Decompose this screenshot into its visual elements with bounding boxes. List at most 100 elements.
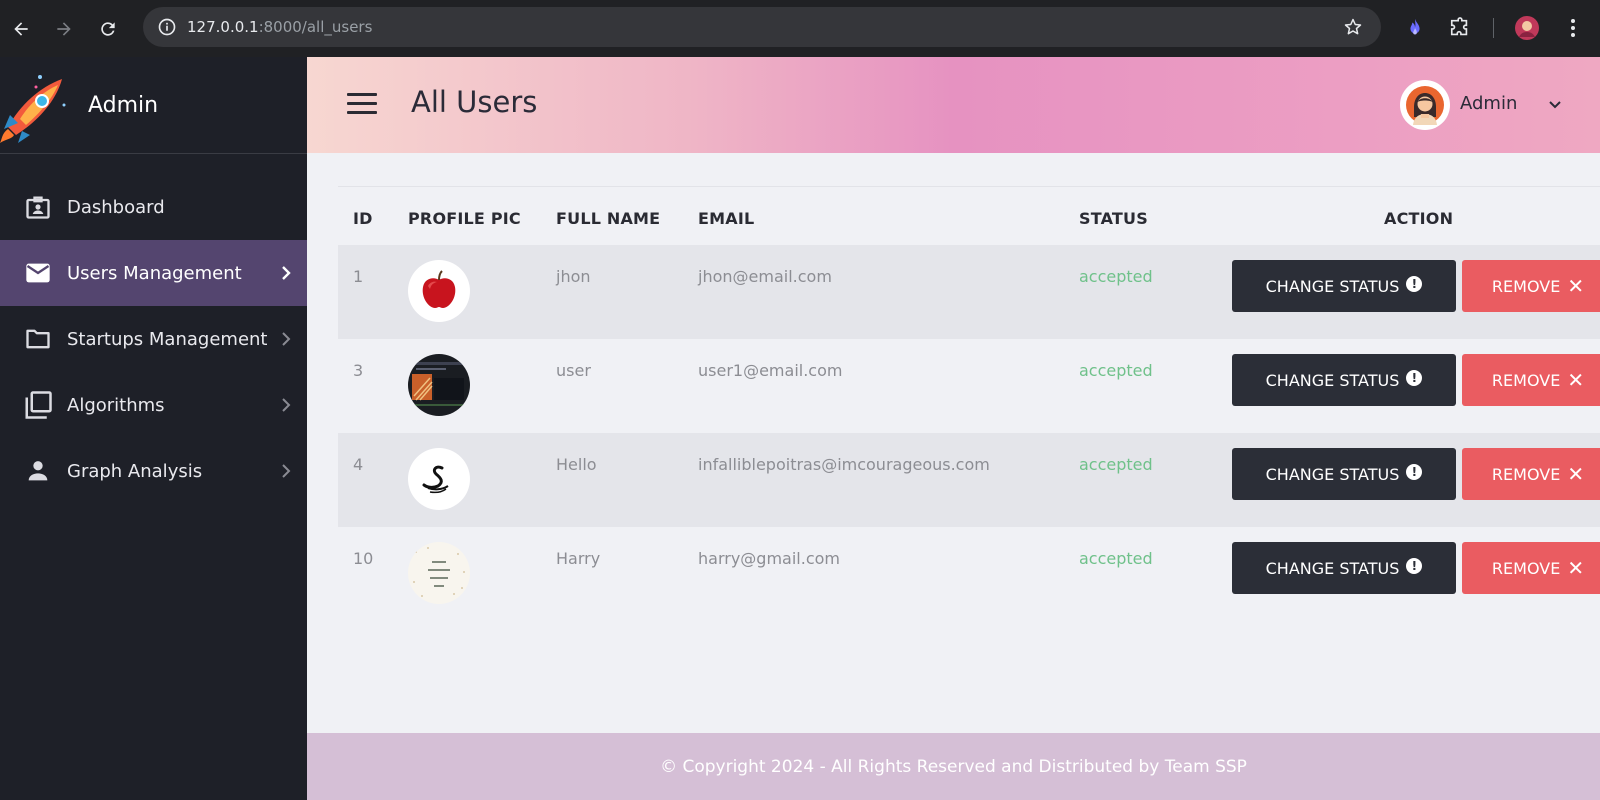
brand-name: Admin	[88, 92, 159, 118]
hamburger-menu-icon[interactable]	[347, 93, 377, 115]
column-header-id: ID	[353, 209, 373, 228]
remove-label: REMOVE	[1491, 370, 1561, 390]
arrow-left-icon	[14, 21, 28, 36]
cell-id: 4	[353, 455, 364, 474]
address-bar[interactable]: 127.0.0.1:8000/all_users	[143, 7, 1381, 47]
cell-status: accepted	[1079, 455, 1153, 474]
profile-pic	[408, 260, 470, 322]
browser-toolbar: 127.0.0.1:8000/all_users	[0, 0, 1600, 57]
forward-button[interactable]	[42, 7, 86, 51]
url-path: :8000/all_users	[258, 18, 373, 36]
change-status-button[interactable]: CHANGE STATUS!	[1232, 448, 1456, 500]
profile-pic	[408, 448, 470, 510]
url-host: 127.0.0.1	[187, 18, 259, 36]
chevron-down-icon[interactable]	[1547, 97, 1563, 113]
column-header-email: EMAIL	[698, 209, 755, 228]
sidebar-item-graph-analysis[interactable]: Graph Analysis	[0, 438, 307, 504]
close-icon: ✕	[1567, 556, 1585, 580]
sidebar-item-dashboard[interactable]: Dashboard	[0, 174, 307, 240]
column-header-full-name: FULL NAME	[556, 209, 661, 228]
site-info-icon[interactable]	[147, 7, 187, 47]
back-button[interactable]	[0, 7, 42, 51]
badge-icon	[23, 192, 53, 222]
sidebar-item-algorithms[interactable]: Algorithms	[0, 372, 307, 438]
url-text: 127.0.0.1:8000/all_users	[187, 18, 372, 36]
sidebar-item-label: Algorithms	[67, 394, 165, 416]
extension-flame-icon[interactable]	[1401, 14, 1429, 42]
cell-email: infalliblepoitras@imcourageous.com	[698, 455, 990, 474]
extensions-puzzle-icon[interactable]	[1446, 14, 1474, 42]
profile-pic	[408, 354, 470, 416]
change-status-label: CHANGE STATUS	[1265, 276, 1400, 296]
chevron-right-icon	[282, 266, 291, 280]
close-icon: ✕	[1567, 368, 1585, 392]
rocket-logo-icon	[0, 75, 66, 143]
sidebar-item-label: Startups Management	[67, 328, 268, 350]
sidebar-item-label: Dashboard	[67, 196, 165, 218]
chevron-right-icon	[282, 398, 291, 412]
cell-full-name: Hello	[556, 455, 597, 474]
change-status-label: CHANGE STATUS	[1265, 464, 1400, 484]
exclamation-icon: !	[1406, 370, 1423, 386]
cell-full-name: Harry	[556, 549, 601, 568]
remove-button[interactable]: REMOVE ✕	[1462, 260, 1600, 312]
sidebar-item-label: Users Management	[67, 262, 242, 284]
column-header-profile-pic: PROFILE PIC	[408, 209, 521, 228]
chevron-right-icon	[282, 464, 291, 478]
brand[interactable]: Admin	[0, 57, 307, 154]
woman-avatar-icon	[1406, 86, 1444, 125]
remove-button[interactable]: REMOVE ✕	[1462, 448, 1600, 500]
exclamation-icon: !	[1406, 558, 1423, 574]
sidebar: Admin Dashboard Users Management Startup…	[0, 57, 307, 800]
remove-button[interactable]: REMOVE ✕	[1462, 354, 1600, 406]
arrow-right-icon	[57, 21, 71, 36]
page-title: All Users	[411, 85, 538, 119]
change-status-button[interactable]: CHANGE STATUS!	[1232, 260, 1456, 312]
user-avatar[interactable]	[1400, 80, 1450, 130]
users-table: ID PROFILE PIC FULL NAME EMAIL STATUS AC…	[307, 153, 1600, 733]
cell-email: user1@email.com	[698, 361, 843, 380]
browser-menu-icon[interactable]	[1559, 14, 1587, 42]
column-header-action: ACTION	[1384, 209, 1454, 228]
cell-status: accepted	[1079, 361, 1153, 380]
remove-button[interactable]: REMOVE ✕	[1462, 542, 1600, 594]
chevron-right-icon	[282, 332, 291, 346]
footer-copyright: © Copyright 2024 - All Rights Reserved a…	[660, 756, 1247, 777]
remove-label: REMOVE	[1491, 464, 1561, 484]
toolbar-divider	[1493, 18, 1494, 38]
profile-avatar-icon[interactable]	[1513, 14, 1541, 42]
close-icon: ✕	[1567, 462, 1585, 486]
change-status-button[interactable]: CHANGE STATUS!	[1232, 354, 1456, 406]
cell-status: accepted	[1079, 267, 1153, 286]
remove-label: REMOVE	[1491, 276, 1561, 296]
cell-full-name: jhon	[556, 267, 591, 286]
star-icon[interactable]	[1343, 17, 1363, 37]
sidebar-item-users-management[interactable]: Users Management	[0, 240, 307, 306]
change-status-button[interactable]: CHANGE STATUS!	[1232, 542, 1456, 594]
close-icon: ✕	[1567, 274, 1585, 298]
mail-icon	[23, 258, 53, 288]
user-name[interactable]: Admin	[1460, 93, 1517, 114]
table-row: 10 Harry harry@gmail.com accepted CHANGE…	[338, 527, 1600, 621]
table-row: 3 user user1@email.com accepted CHANGE S…	[338, 339, 1600, 433]
cell-full-name: user	[556, 361, 591, 380]
change-status-label: CHANGE STATUS	[1265, 558, 1400, 578]
cell-id: 1	[353, 267, 364, 286]
cell-id: 10	[353, 549, 374, 568]
person-icon	[23, 456, 53, 486]
page-footer: © Copyright 2024 - All Rights Reserved a…	[307, 733, 1600, 800]
sidebar-item-startups-management[interactable]: Startups Management	[0, 306, 307, 372]
profile-pic	[408, 542, 470, 604]
reload-button[interactable]	[86, 7, 130, 51]
reload-icon	[101, 21, 115, 36]
cell-id: 3	[353, 361, 364, 380]
remove-label: REMOVE	[1491, 558, 1561, 578]
cell-email: jhon@email.com	[698, 267, 832, 286]
cell-status: accepted	[1079, 549, 1153, 568]
exclamation-icon: !	[1406, 276, 1423, 292]
column-header-status: STATUS	[1079, 209, 1148, 228]
page-header: All Users Admin	[307, 57, 1600, 153]
sidebar-item-label: Graph Analysis	[67, 460, 203, 482]
change-status-label: CHANGE STATUS	[1265, 370, 1400, 390]
library-icon	[23, 390, 53, 420]
